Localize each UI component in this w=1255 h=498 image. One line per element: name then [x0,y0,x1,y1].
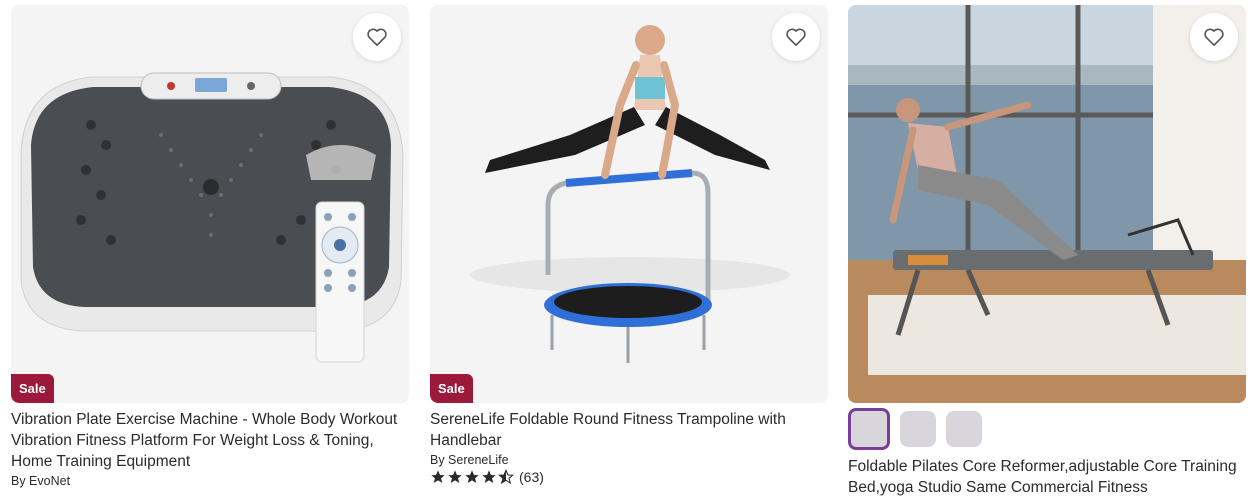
favorite-button[interactable] [1190,13,1238,61]
star-full-icon [465,470,479,483]
product-brand: By SereneLife [430,453,509,467]
color-swatch[interactable] [946,411,982,447]
favorite-button[interactable] [772,13,820,61]
product-title[interactable]: Vibration Plate Exercise Machine - Whole… [11,409,409,472]
star-rating [430,469,514,485]
star-full-icon [482,470,496,483]
color-swatches [848,408,1246,450]
review-count: (63) [519,469,544,485]
product-card-2[interactable]: Sale SereneLife Foldable Round Fitness T… [430,5,828,485]
color-swatch-selected[interactable] [848,408,890,450]
product-card-1[interactable]: Sale Vibration Plate Exercise Machine - … [11,5,409,488]
product-title[interactable]: SereneLife Foldable Round Fitness Trampo… [430,409,828,451]
heart-outline-icon [367,28,387,46]
heart-outline-icon [786,28,806,46]
star-full-icon [448,470,462,483]
product-image-trampoline[interactable]: Sale [430,5,828,403]
star-half-icon [498,469,514,485]
star-full-icon [431,470,445,483]
trampoline-image [430,5,828,403]
heart-outline-icon [1204,28,1224,46]
product-rating[interactable]: (63) [430,469,828,485]
vibration-plate-image [11,5,409,403]
sale-badge: Sale [11,374,54,403]
product-image-pilates-reformer[interactable] [848,5,1246,403]
color-swatch[interactable] [900,411,936,447]
sale-badge: Sale [430,374,473,403]
product-title[interactable]: Foldable Pilates Core Reformer,adjustabl… [848,456,1246,498]
product-image-vibration-plate[interactable]: Sale [11,5,409,403]
favorite-button[interactable] [353,13,401,61]
pilates-reformer-image [848,5,1246,403]
product-brand: By EvoNet [11,474,71,488]
product-card-3[interactable]: Foldable Pilates Core Reformer,adjustabl… [848,5,1246,498]
